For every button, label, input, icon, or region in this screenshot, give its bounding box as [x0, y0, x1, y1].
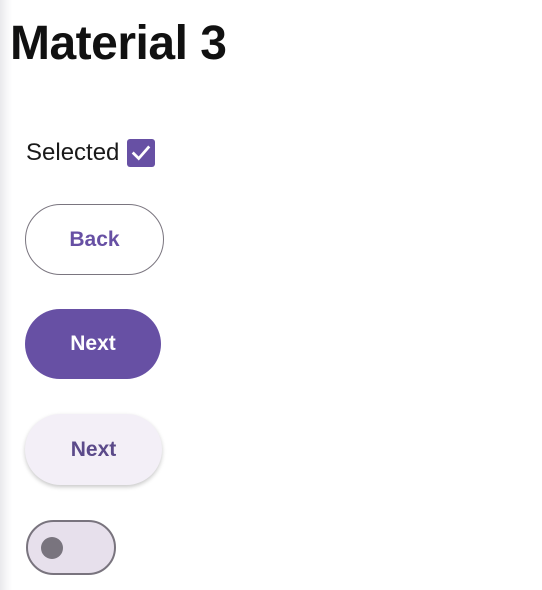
selected-checkbox[interactable]: [127, 139, 156, 167]
toggle-switch[interactable]: [26, 520, 116, 575]
window-edge: [0, 0, 12, 590]
next-button-tonal[interactable]: Next: [25, 414, 162, 485]
next-button-filled[interactable]: Next: [25, 309, 161, 379]
checkbox-row: Selected: [26, 137, 156, 169]
page-title: Material 3: [10, 17, 227, 70]
back-button[interactable]: Back: [25, 204, 164, 275]
checkbox-label: Selected: [26, 139, 120, 166]
check-icon: [132, 145, 151, 161]
switch-thumb: [41, 537, 63, 559]
